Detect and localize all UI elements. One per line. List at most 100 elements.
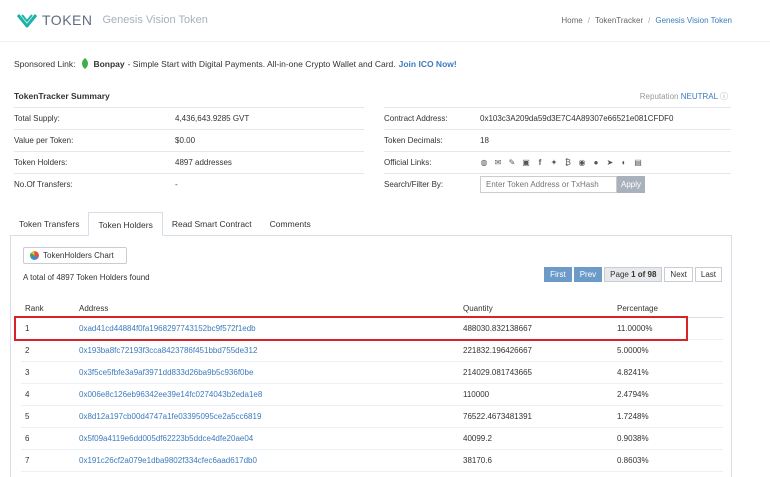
percentage-cell: 0.8603% [617, 449, 723, 472]
apply-button[interactable]: Apply [617, 176, 645, 194]
logo[interactable]: TOKEN Genesis Vision Token [16, 12, 208, 28]
pagination: First Prev Page 1 of 98 Next Last [544, 267, 722, 282]
total-supply-value: 4,436,643.9285 GVT [175, 107, 364, 130]
summary-row: Value per Token: $0.00 [14, 129, 364, 152]
breadcrumb-home[interactable]: Home [561, 16, 582, 25]
summary-key: Token Holders: [14, 151, 175, 174]
github-icon[interactable]: ● [592, 158, 600, 167]
address-link[interactable]: 0x8d12a197cb00d4747a1fe03395095ce2a5cc68… [79, 405, 463, 428]
address-link[interactable]: 0x006e8c126eb96342ee39e14fc0274043b2eda1… [79, 383, 463, 406]
page-prefix: Page [610, 270, 629, 279]
summary-key: Official Links: [384, 151, 480, 174]
sponsored-brand[interactable]: Bonpay [93, 59, 124, 69]
percentage-cell: 11.0000% [617, 317, 723, 340]
rank-cell: 7 [21, 449, 79, 472]
percentage-cell: 1.7248% [617, 405, 723, 428]
address-link[interactable]: 0xad41cd44884f0fa1968297743152bc9f572f1e… [79, 317, 463, 340]
address-link[interactable]: 0x193ba8fc72193f3cca8423786f451bbd755de3… [79, 339, 463, 362]
tab-token-holders[interactable]: Token Holders [88, 212, 163, 236]
rank-cell: 1 [21, 317, 79, 340]
token-title: Genesis Vision Token [102, 14, 208, 26]
table-header: Rank Address Quantity Percentage [21, 301, 723, 318]
rank-cell: 3 [21, 361, 79, 384]
quantity-cell: 221832.196426667 [463, 339, 617, 362]
breadcrumb-separator: / [648, 16, 651, 25]
table-row: 4 0x006e8c126eb96342ee39e14fc0274043b2ed… [21, 383, 723, 406]
summary-row: No.Of Transfers: - [14, 173, 364, 196]
last-page-button[interactable]: Last [694, 267, 722, 282]
quantity-cell: 214029.081743665 [463, 361, 617, 384]
facebook-icon[interactable]: f [536, 158, 544, 167]
tokenholders-chart-button[interactable]: TokenHolders Chart [23, 247, 127, 264]
value-per-token: $0.00 [175, 129, 364, 152]
rank-cell: 4 [21, 383, 79, 406]
summary-left-table: Total Supply: 4,436,643.9285 GVT Value p… [14, 107, 364, 196]
table-row: 2 0x193ba8fc72193f3cca8423786f451bbd755d… [21, 339, 723, 362]
bonpay-leaf-icon [82, 58, 89, 69]
summary-key: Value per Token: [14, 129, 175, 152]
first-page-button[interactable]: First [544, 267, 572, 282]
address-link[interactable]: 0x3f5ce5fbfe3a9af3971dd833d26ba9b5c936f0… [79, 361, 463, 384]
search-filter: Apply [480, 173, 731, 196]
email-icon[interactable]: ✉ [494, 158, 502, 167]
table-row: 7 0x191c26cf2a079e1dba9802f334cfec6aad61… [21, 449, 723, 472]
table-row: 6 0x5f09a4119e6dd005df62223b5ddce4dfe20a… [21, 427, 723, 450]
official-links: ◍ ✉ ✎ ▣ f ✦ ₿ ◉ ● ➤ ◐ ▤ [480, 151, 731, 174]
pie-chart-icon [30, 251, 39, 260]
summary-row: Token Decimals: 18 [384, 129, 731, 152]
logo-icon [16, 14, 38, 28]
reputation-label: Reputation [639, 92, 679, 101]
summary-key: Token Decimals: [384, 129, 480, 152]
tab-comments[interactable]: Comments [261, 212, 320, 236]
page-indicator: Page 1 of 98 [604, 267, 663, 282]
quantity-cell: 488030.832138667 [463, 317, 617, 340]
address-link[interactable]: 0x5f09a4119e6dd005df62223b5ddce4dfe20ae0… [79, 427, 463, 450]
transfers-value: - [175, 173, 364, 196]
tab-read-smart-contract[interactable]: Read Smart Contract [163, 212, 261, 236]
sponsored-label: Sponsored Link: [14, 58, 76, 69]
whitepaper-icon[interactable]: ▤ [634, 158, 642, 167]
globe-icon[interactable]: ◍ [480, 158, 488, 167]
tab-token-transfers[interactable]: Token Transfers [10, 212, 88, 236]
reddit-icon[interactable]: ◉ [578, 158, 586, 167]
summary-title: TokenTracker Summary [14, 91, 110, 101]
summary-row: Official Links: ◍ ✉ ✎ ▣ f ✦ ₿ ◉ ● ➤ ◐ ▤ [384, 151, 731, 174]
prev-page-button[interactable]: Prev [573, 267, 603, 282]
address-link[interactable]: 0x191c26cf2a079e1dba9802f334cfec6aad617d… [79, 449, 463, 472]
rank-cell: 5 [21, 405, 79, 428]
twitter-icon[interactable]: ✦ [550, 158, 558, 167]
join-ico-link[interactable]: Join ICO Now! [399, 59, 457, 69]
sponsored-text: - Simple Start with Digital Payments. Al… [127, 58, 396, 69]
col-rank: Rank [21, 301, 79, 318]
summary-key: No.Of Transfers: [14, 173, 175, 196]
token-holders-value: 4897 addresses [175, 151, 364, 174]
token-search-input[interactable] [480, 176, 617, 194]
token-decimals-value: 18 [480, 129, 731, 152]
summary-row: Search/Filter By: Apply [384, 173, 731, 196]
bitcoin-icon[interactable]: ₿ [564, 158, 572, 167]
info-icon[interactable]: ⓘ [720, 92, 728, 101]
breadcrumb: Home / TokenTracker / Genesis Vision Tok… [561, 16, 732, 25]
sponsored-link: Sponsored Link: Bonpay - Simple Start wi… [14, 58, 457, 69]
document-icon[interactable]: ▣ [522, 158, 530, 167]
reputation: Reputation NEUTRAL ⓘ [640, 91, 728, 102]
breadcrumb-separator: / [587, 16, 590, 25]
summary-row: Contract Address: 0x103c3A209da59d3E7C4A… [384, 107, 731, 130]
table-row: 5 0x8d12a197cb00d4747a1fe03395095ce2a5cc… [21, 405, 723, 428]
telegram-icon[interactable]: ➤ [606, 158, 614, 167]
breadcrumb-tokentracker[interactable]: TokenTracker [595, 16, 643, 25]
summary-row: Token Holders: 4897 addresses [14, 151, 364, 174]
col-address: Address [79, 301, 463, 318]
page-number: 1 of 98 [631, 270, 657, 279]
wechat-icon[interactable]: ◐ [620, 158, 628, 167]
summary-row: Total Supply: 4,436,643.9285 GVT [14, 107, 364, 130]
holders-total: A total of 4897 Token Holders found [23, 273, 150, 282]
next-page-button[interactable]: Next [664, 267, 693, 282]
holders-table: Rank Address Quantity Percentage 1 0xad4… [21, 301, 723, 472]
reputation-value[interactable]: NEUTRAL [681, 92, 718, 101]
contract-address-link[interactable]: 0x103c3A209da59d3E7C4A89307e66521e081CFD… [480, 107, 731, 130]
quantity-cell: 76522.4673481391 [463, 405, 617, 428]
rank-cell: 6 [21, 427, 79, 450]
summary-right-table: Contract Address: 0x103c3A209da59d3E7C4A… [384, 107, 731, 196]
edit-icon[interactable]: ✎ [508, 158, 516, 167]
